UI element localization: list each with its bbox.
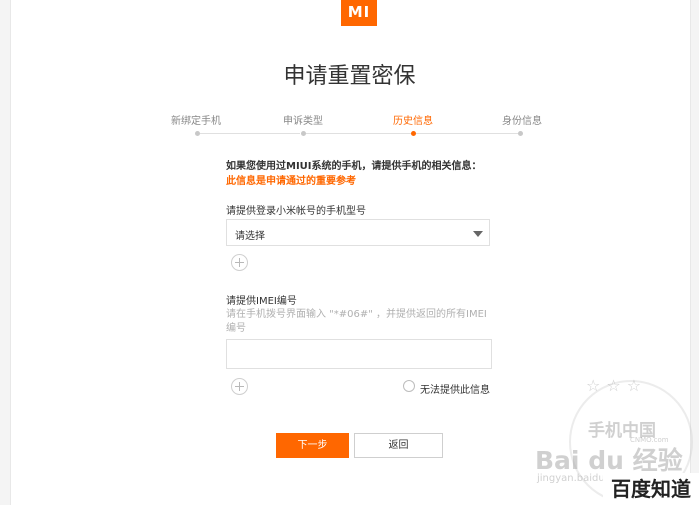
step-label-appeal-type: 申诉类型: [283, 116, 323, 127]
step-dot: [195, 131, 200, 136]
select-value: 请选择: [235, 231, 265, 242]
step-label-new-phone: 新绑定手机: [171, 116, 221, 127]
plus-icon: [235, 382, 244, 391]
step-progress: 新绑定手机 申诉类型 历史信息 身份信息: [0, 0, 699, 150]
chevron-down-icon: [473, 231, 483, 237]
imei-input[interactable]: [226, 339, 492, 369]
cannot-provide-label[interactable]: 无法提供此信息: [420, 381, 490, 396]
notice-text: 如果您使用过MIUI系统的手机，请提供手机的相关信息：: [226, 161, 482, 172]
step-label-identity-info: 身份信息: [502, 116, 542, 127]
imei-label: 请提供IMEI编号: [226, 296, 297, 307]
step-dot: [518, 131, 523, 136]
phone-model-select[interactable]: 请选择: [226, 219, 490, 246]
step-connector: [197, 133, 300, 134]
step-connector: [304, 133, 411, 134]
notice-highlight: 此信息是申请通过的重要参考: [226, 176, 356, 187]
add-imei-button[interactable]: [231, 378, 248, 395]
cannot-provide-radio[interactable]: [403, 380, 415, 392]
step-dot-active: [411, 131, 416, 136]
model-label: 请提供登录小米帐号的手机型号: [226, 206, 366, 217]
add-model-button[interactable]: [231, 254, 248, 271]
step-connector: [416, 133, 519, 134]
step-label-history-info: 历史信息: [393, 116, 433, 127]
next-step-button[interactable]: 下一步: [276, 433, 349, 458]
plus-icon: [235, 258, 244, 267]
step-dot: [301, 131, 306, 136]
back-button[interactable]: 返回: [354, 433, 443, 458]
imei-hint: 请在手机拨号界面输入 "*#06#" ，并提供返回的所有IMEI编号: [226, 309, 487, 334]
